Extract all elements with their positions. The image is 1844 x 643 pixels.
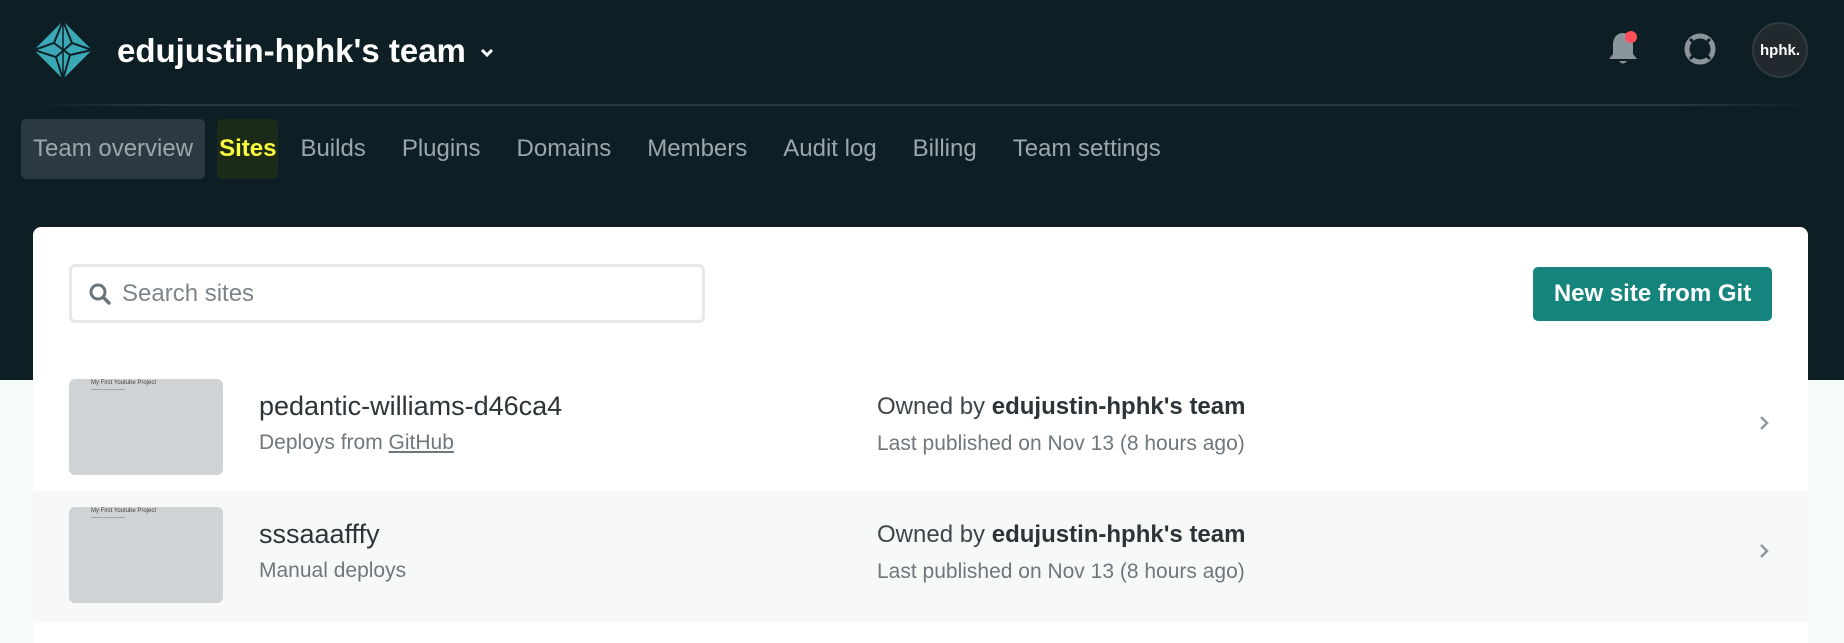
- search-icon: [89, 283, 111, 305]
- chevron-right-icon: [1760, 416, 1769, 430]
- nav-domains[interactable]: Domains: [499, 119, 630, 179]
- top-header: edujustin-hphk's team hphk.: [0, 0, 1844, 105]
- chevron-right-icon: [1760, 544, 1769, 558]
- github-link[interactable]: GitHub: [389, 431, 454, 454]
- sites-card: New site from Git My First Youtube Proje…: [33, 227, 1808, 643]
- thumbnail-line: [91, 389, 125, 390]
- site-name[interactable]: sssaaafffy: [259, 519, 380, 550]
- last-published: Last published on Nov 13 (8 hours ago): [877, 560, 1245, 583]
- nav-audit-log[interactable]: Audit log: [765, 119, 894, 179]
- header-divider: [30, 104, 1814, 106]
- thumbnail-title: My First Youtube Project: [91, 380, 157, 386]
- new-site-from-git-button[interactable]: New site from Git: [1533, 267, 1772, 321]
- netlify-logo-icon[interactable]: [32, 19, 94, 81]
- search-input[interactable]: [122, 279, 682, 308]
- nav-team-overview[interactable]: Team overview: [21, 119, 206, 179]
- chevron-down-icon: [480, 48, 493, 58]
- thumbnail-line: [91, 517, 125, 518]
- site-owner: Owned by edujustin-hphk's team: [877, 393, 1245, 421]
- help-lifebuoy-icon[interactable]: [1683, 32, 1717, 66]
- site-name[interactable]: pedantic-williams-d46ca4: [259, 391, 562, 422]
- notification-badge: [1625, 31, 1637, 43]
- site-deploy-source: Manual deploys: [259, 559, 407, 582]
- user-avatar[interactable]: hphk.: [1752, 22, 1808, 78]
- nav-builds[interactable]: Builds: [300, 119, 383, 179]
- owned-by-prefix: Owned by: [877, 393, 992, 420]
- site-deploy-source: Deploys from GitHub: [259, 431, 454, 455]
- site-row[interactable]: My First Youtube Project pedantic-willia…: [33, 375, 1808, 507]
- owner-name: edujustin-hphk's team: [991, 393, 1246, 420]
- team-name: edujustin-hphk's team: [117, 32, 466, 69]
- nav-sites[interactable]: Sites: [217, 119, 279, 179]
- thumbnail-title: My First Youtube Project: [91, 508, 157, 514]
- site-thumbnail: My First Youtube Project: [69, 507, 223, 603]
- nav-members[interactable]: Members: [629, 119, 765, 179]
- nav-plugins[interactable]: Plugins: [384, 119, 499, 179]
- site-owner: Owned by edujustin-hphk's team: [877, 521, 1245, 549]
- search-box[interactable]: [69, 264, 705, 323]
- last-published: Last published on Nov 13 (8 hours ago): [877, 432, 1245, 455]
- deploy-prefix: Deploys from: [259, 431, 389, 454]
- team-switcher[interactable]: edujustin-hphk's team: [117, 32, 494, 70]
- site-thumbnail: My First Youtube Project: [69, 379, 223, 475]
- nav-team-settings[interactable]: Team settings: [995, 119, 1179, 179]
- nav-billing[interactable]: Billing: [895, 119, 995, 179]
- site-row[interactable]: My First Youtube Project sssaaafffy Manu…: [33, 491, 1808, 623]
- team-nav: Team overview Sites Builds Plugins Domai…: [21, 119, 1179, 179]
- owned-by-prefix: Owned by: [877, 521, 992, 548]
- owner-name: edujustin-hphk's team: [991, 521, 1246, 548]
